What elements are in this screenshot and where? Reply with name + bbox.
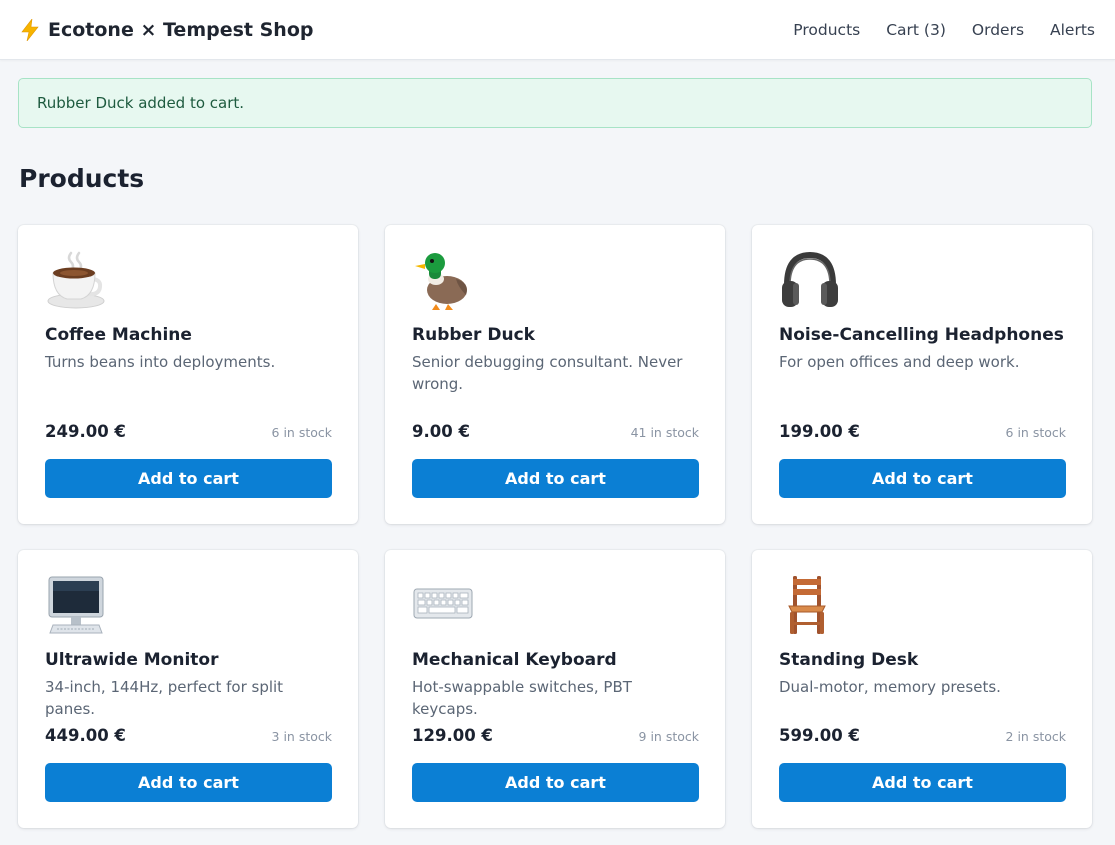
- chair-icon: [779, 574, 841, 636]
- stock-count: 2 in stock: [1005, 729, 1066, 744]
- success-flash-message: Rubber Duck added to cart.: [18, 78, 1092, 128]
- stock-count: 3 in stock: [271, 729, 332, 744]
- price-row: 199.00 € 6 in stock: [779, 422, 1066, 441]
- product-name: Standing Desk: [779, 650, 919, 670]
- monitor-icon: [45, 574, 107, 636]
- lightning-icon: [20, 17, 40, 41]
- product-card-coffee-machine: Coffee Machine Turns beans into deployme…: [18, 225, 358, 524]
- duck-icon: [412, 249, 474, 311]
- product-price: 9.00 €: [412, 422, 470, 441]
- flash-text: Rubber Duck added to cart.: [37, 94, 245, 112]
- add-to-cart-button[interactable]: Add to cart: [412, 763, 699, 802]
- price-row: 449.00 € 3 in stock: [45, 726, 332, 745]
- product-card-standing-desk: Standing Desk Dual-motor, memory presets…: [752, 550, 1092, 828]
- product-card-ultrawide-monitor: Ultrawide Monitor 34-inch, 144Hz, perfec…: [18, 550, 358, 828]
- stock-count: 6 in stock: [271, 425, 332, 440]
- price-row: 129.00 € 9 in stock: [412, 726, 699, 745]
- headphones-icon: [779, 249, 841, 311]
- add-to-cart-button[interactable]: Add to cart: [45, 459, 332, 498]
- nav-products[interactable]: Products: [793, 21, 860, 39]
- product-description: For open offices and deep work.: [779, 353, 1020, 371]
- product-name: Rubber Duck: [412, 325, 535, 345]
- add-to-cart-button[interactable]: Add to cart: [45, 763, 332, 802]
- top-navbar: Ecotone × Tempest Shop Products Cart (3)…: [0, 0, 1115, 60]
- product-card-noise-cancelling-headphones: Noise-Cancelling Headphones For open off…: [752, 225, 1092, 524]
- nav-cart[interactable]: Cart (3): [886, 21, 946, 39]
- price-row: 9.00 € 41 in stock: [412, 422, 699, 441]
- main-nav: Products Cart (3) Orders Alerts: [793, 21, 1095, 39]
- product-grid: Coffee Machine Turns beans into deployme…: [18, 225, 1092, 828]
- brand[interactable]: Ecotone × Tempest Shop: [20, 17, 314, 41]
- stock-count: 41 in stock: [630, 425, 699, 440]
- product-card-mechanical-keyboard: Mechanical Keyboard Hot-swappable switch…: [385, 550, 725, 828]
- price-row: 249.00 € 6 in stock: [45, 422, 332, 441]
- brand-name: Ecotone × Tempest Shop: [48, 18, 314, 41]
- product-price: 449.00 €: [45, 726, 126, 745]
- add-to-cart-button[interactable]: Add to cart: [779, 459, 1066, 498]
- product-price: 129.00 €: [412, 726, 493, 745]
- nav-orders[interactable]: Orders: [972, 21, 1024, 39]
- price-row: 599.00 € 2 in stock: [779, 726, 1066, 745]
- product-name: Ultrawide Monitor: [45, 650, 219, 670]
- product-description: Hot-swappable switches, PBT keycaps.: [412, 678, 632, 718]
- coffee-cup-icon: [45, 249, 107, 311]
- product-description: 34-inch, 144Hz, perfect for split panes.: [45, 678, 284, 718]
- product-name: Noise-Cancelling Headphones: [779, 325, 1064, 345]
- product-description: Senior debugging consultant. Never wrong…: [412, 353, 683, 393]
- product-name: Coffee Machine: [45, 325, 192, 345]
- product-price: 199.00 €: [779, 422, 860, 441]
- add-to-cart-button[interactable]: Add to cart: [412, 459, 699, 498]
- stock-count: 6 in stock: [1005, 425, 1066, 440]
- keyboard-icon: [412, 574, 474, 636]
- nav-alerts[interactable]: Alerts: [1050, 21, 1095, 39]
- product-description: Dual-motor, memory presets.: [779, 678, 1001, 696]
- stock-count: 9 in stock: [638, 729, 699, 744]
- add-to-cart-button[interactable]: Add to cart: [779, 763, 1066, 802]
- product-description: Turns beans into deployments.: [45, 353, 276, 371]
- product-price: 249.00 €: [45, 422, 126, 441]
- page-title: Products: [19, 164, 145, 193]
- product-price: 599.00 €: [779, 726, 860, 745]
- product-card-rubber-duck: Rubber Duck Senior debugging consultant.…: [385, 225, 725, 524]
- product-name: Mechanical Keyboard: [412, 650, 617, 670]
